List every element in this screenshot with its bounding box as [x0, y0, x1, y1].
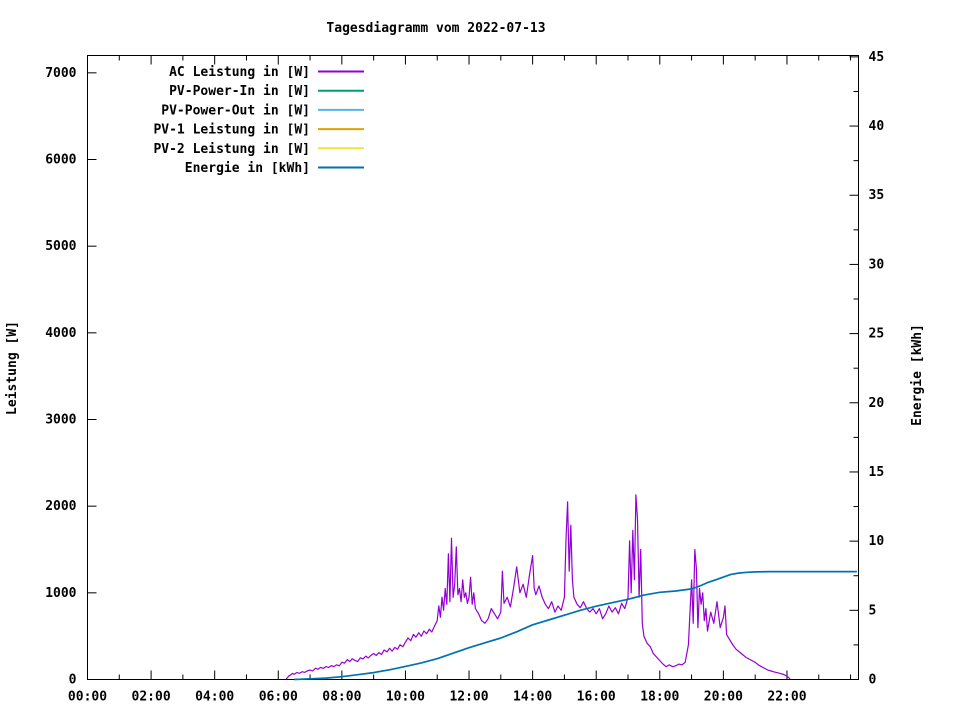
- chart-page: Tagesdiagramm vom 2022-07-13 00:00 02:00 0…: [0, 0, 960, 720]
- chart-title: Tagesdiagramm vom 2022-07-13: [326, 21, 545, 36]
- right-tick-label: 25: [869, 327, 885, 342]
- right-tick-label: 20: [869, 396, 885, 411]
- legend-label-energie: Energie in [kWh]: [185, 161, 310, 176]
- legend-label-pv2-leistung: PV-2 Leistung in [W]: [153, 142, 310, 157]
- left-tick-label: 2000: [45, 499, 76, 514]
- left-tick-label: 1000: [45, 586, 76, 601]
- legend-label-ac-leistung: AC Leistung in [W]: [169, 65, 310, 80]
- right-tick-label: 5: [869, 603, 877, 618]
- legend-label-pv-power-out: PV-Power-Out in [W]: [161, 103, 310, 118]
- left-tick-label: 0: [69, 673, 77, 688]
- x-tick-label: 10:00: [386, 690, 425, 705]
- left-tick-label: 4000: [45, 326, 76, 341]
- legend-label-pv1-leistung: PV-1 Leistung in [W]: [153, 123, 310, 138]
- y-right-axis-label: Energie [kWh]: [910, 324, 925, 426]
- series-line-ac-leistung: [285, 494, 791, 680]
- left-axis-ticks-group: 0 1000 2000 3000 4000 5000 6000 7000: [45, 66, 97, 688]
- right-tick-label: 40: [869, 119, 885, 134]
- x-tick-label: 06:00: [259, 690, 298, 705]
- right-tick-label: 0: [869, 673, 877, 688]
- left-tick-label: 6000: [45, 153, 76, 168]
- right-tick-label: 35: [869, 188, 885, 203]
- x-tick-label: 02:00: [132, 690, 171, 705]
- x-tick-label: 00:00: [68, 690, 107, 705]
- right-tick-label: 10: [869, 534, 885, 549]
- legend-label-pv-power-in: PV-Power-In in [W]: [169, 84, 310, 99]
- left-tick-label: 3000: [45, 413, 76, 428]
- right-tick-label: 45: [869, 50, 885, 65]
- series-lines-group: [285, 494, 857, 681]
- x-tick-label: 22:00: [767, 690, 806, 705]
- x-tick-label: 08:00: [322, 690, 361, 705]
- right-tick-label: 15: [869, 465, 885, 480]
- x-tick-label: 12:00: [449, 690, 488, 705]
- x-tick-label: 20:00: [704, 690, 743, 705]
- tagesdiagramm-chart: Tagesdiagramm vom 2022-07-13 00:00 02:00 0…: [5, 21, 925, 705]
- right-tick-label: 30: [869, 257, 885, 272]
- x-tick-label: 16:00: [577, 690, 616, 705]
- x-tick-label: 04:00: [195, 690, 234, 705]
- left-tick-label: 7000: [45, 66, 76, 81]
- x-tick-label: 14:00: [513, 690, 552, 705]
- x-tick-label: 18:00: [640, 690, 679, 705]
- series-line-energie: [294, 570, 857, 681]
- y-left-axis-label: Leistung [W]: [5, 321, 20, 415]
- right-axis-ticks-group: 0 5 10 15 20 25 30 35 40 45: [849, 50, 885, 688]
- legend-group: AC Leistung in [W] PV-Power-In in [W] PV-P…: [153, 65, 364, 176]
- left-tick-label: 5000: [45, 239, 76, 254]
